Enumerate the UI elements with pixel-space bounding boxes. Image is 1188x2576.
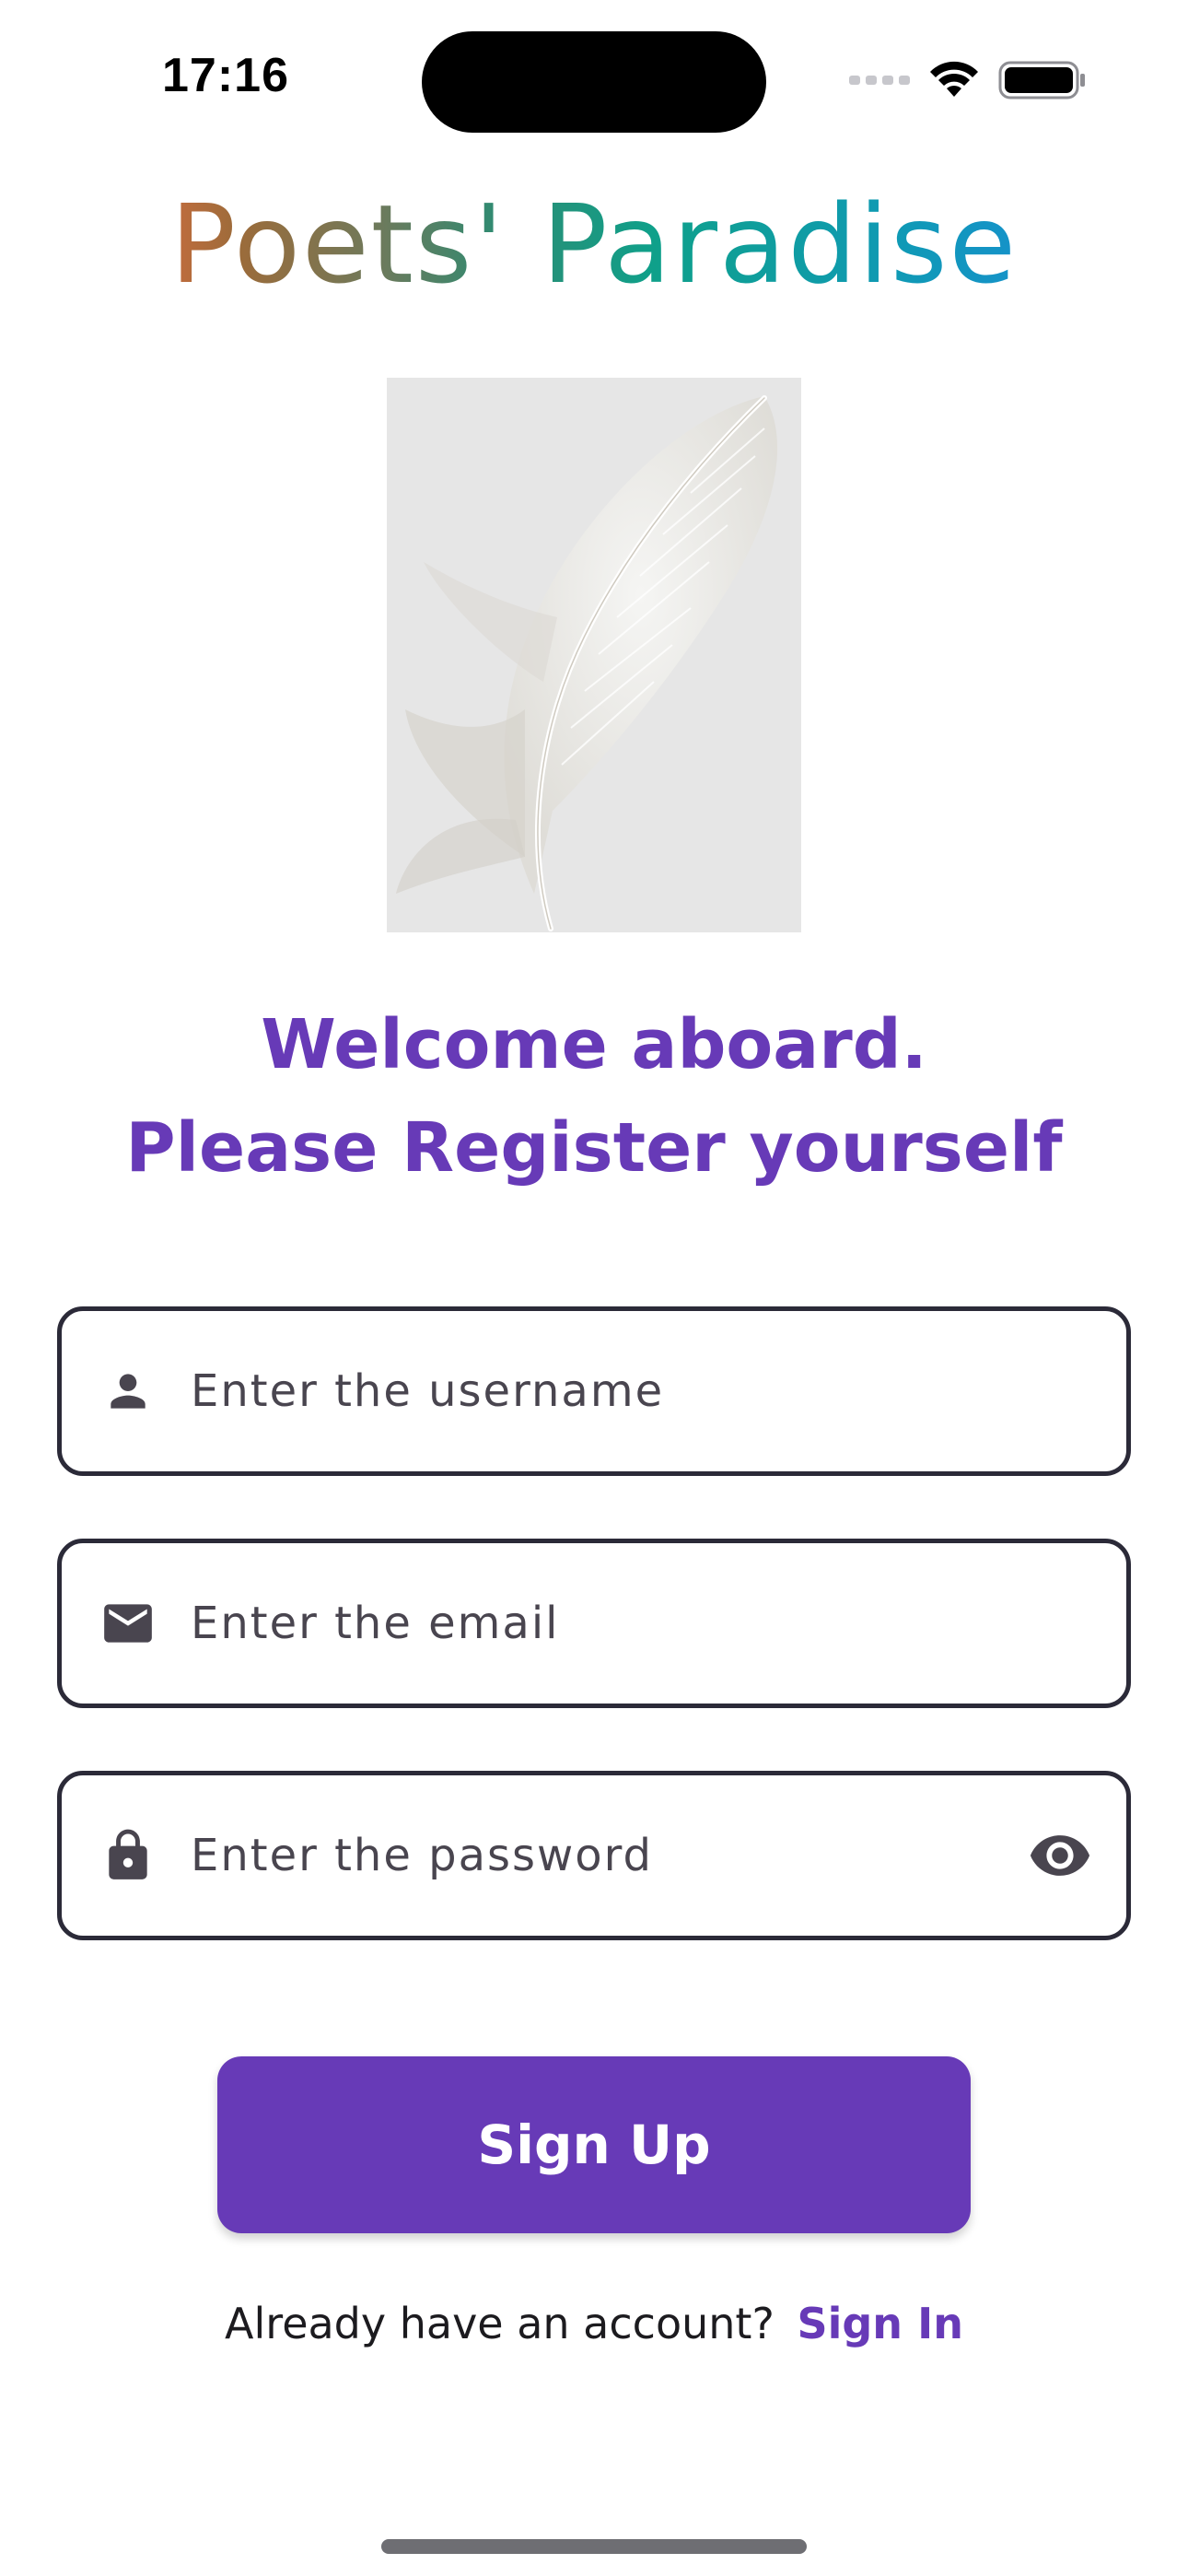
eye-icon[interactable] [1025, 1821, 1095, 1891]
sign-in-prompt: Already have an account? [225, 2299, 775, 2348]
email-input[interactable] [191, 1543, 997, 1704]
email-field[interactable] [57, 1539, 1131, 1708]
lock-icon [99, 1826, 157, 1885]
wifi-icon [930, 61, 978, 97]
mail-icon [99, 1594, 157, 1653]
welcome-line-1: Welcome aboard. [261, 1005, 927, 1084]
welcome-heading: Welcome aboard. Please Register yourself [0, 993, 1188, 1200]
status-time: 17:16 [162, 49, 289, 102]
feather-image [387, 378, 801, 932]
person-icon [99, 1362, 157, 1421]
status-bar: 17:16 [0, 0, 1188, 157]
dynamic-island [422, 31, 766, 133]
username-input[interactable] [191, 1311, 997, 1471]
battery-icon [998, 61, 1085, 100]
sign-up-button[interactable]: Sign Up [217, 2056, 971, 2233]
password-input[interactable] [191, 1775, 997, 1936]
feather-graphic [396, 395, 778, 931]
password-field[interactable] [57, 1771, 1131, 1940]
username-field[interactable] [57, 1306, 1131, 1476]
welcome-line-2: Please Register yourself [125, 1108, 1063, 1188]
home-indicator[interactable] [381, 2539, 807, 2554]
cellular-signal-icon [849, 76, 910, 85]
sign-in-row: Already have an account? Sign In [0, 2296, 1188, 2351]
sign-in-link[interactable]: Sign In [797, 2299, 962, 2348]
status-icons [849, 57, 1087, 103]
app-title: Poets' Paradise [0, 175, 1188, 313]
